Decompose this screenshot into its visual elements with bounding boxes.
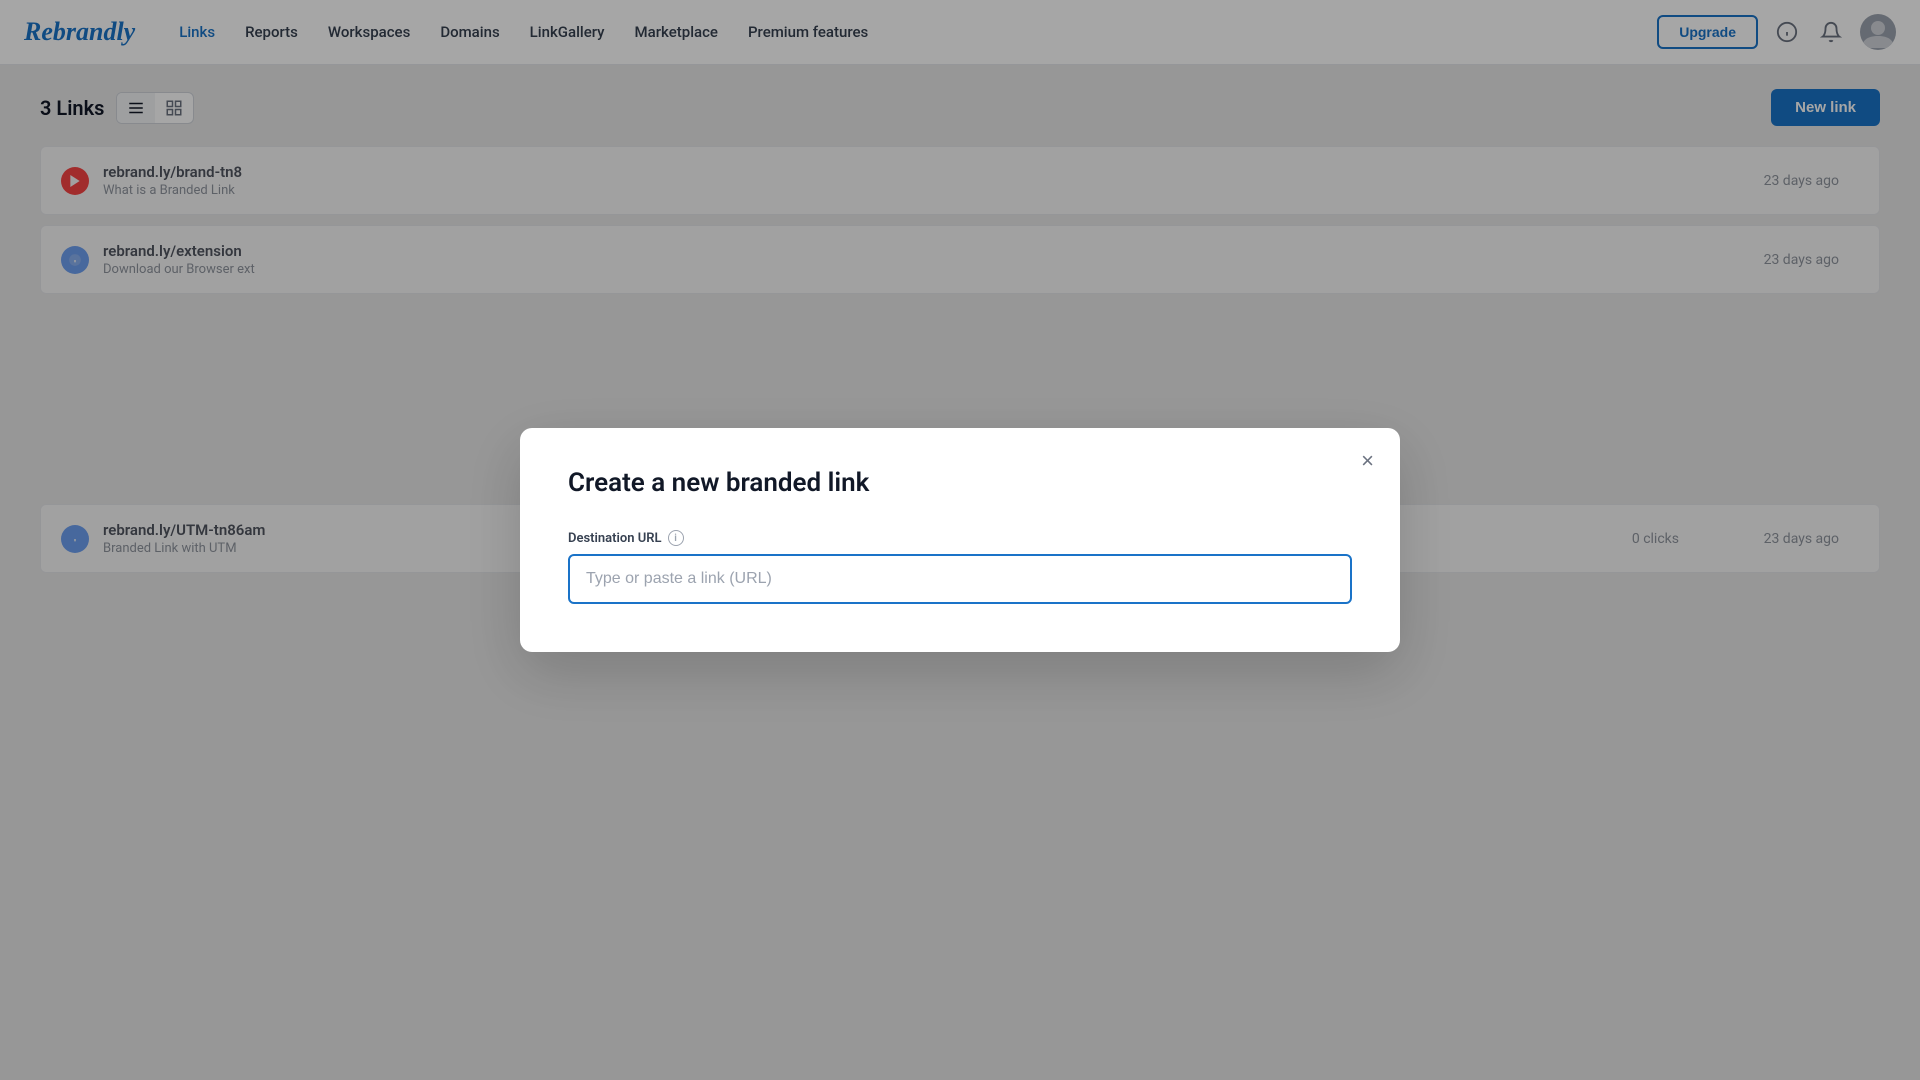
modal-close-button[interactable]: × xyxy=(1353,446,1382,476)
destination-url-field: Destination URL i xyxy=(568,530,1352,604)
field-label-text: Destination URL xyxy=(568,531,662,546)
destination-url-input[interactable] xyxy=(568,554,1352,604)
modal-title: Create a new branded link xyxy=(568,468,1352,498)
modal-overlay[interactable]: × Create a new branded link Destination … xyxy=(0,0,1920,1080)
field-info-icon[interactable]: i xyxy=(668,530,684,546)
destination-url-label: Destination URL i xyxy=(568,530,1352,546)
create-link-modal: × Create a new branded link Destination … xyxy=(520,428,1400,652)
